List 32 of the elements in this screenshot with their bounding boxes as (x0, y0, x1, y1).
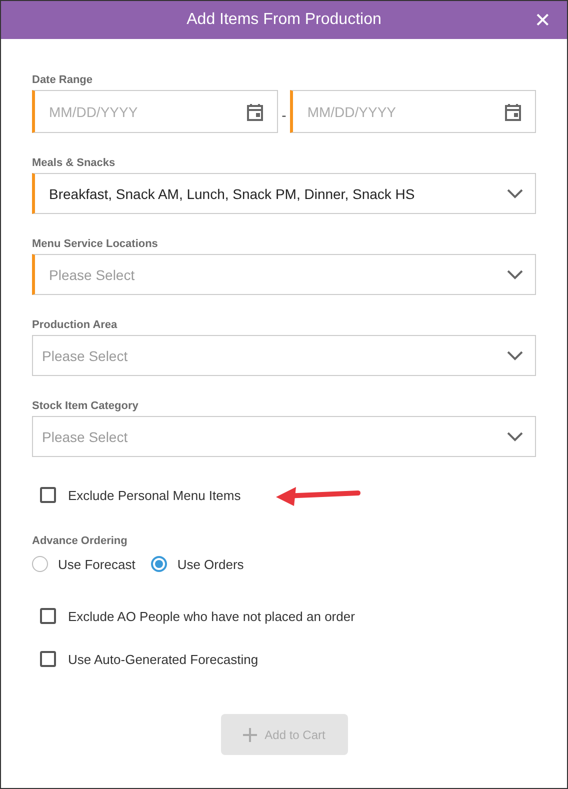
dialog-title: Add Items From Production (186, 11, 382, 29)
separator-text: - (282, 106, 286, 122)
chevron-down-icon (507, 432, 523, 442)
chevron-down-icon (507, 350, 523, 360)
radio-label: Use Forecast (58, 556, 136, 572)
dropdown-field[interactable]: Please Select (32, 254, 536, 295)
section-label: Advance Ordering (32, 535, 128, 547)
checkbox-label: Exclude AO People who have not placed an order (68, 608, 355, 624)
chevron-down-icon (507, 188, 523, 198)
radio-button[interactable] (32, 556, 48, 572)
date-field[interactable]: MM/DD/YYYY (290, 90, 536, 133)
close-button[interactable]: ✕ (530, 8, 555, 32)
field-label: Meals & Snacks (32, 157, 116, 169)
checkbox-label: Exclude Personal Menu Items (68, 488, 241, 502)
checkbox[interactable] (40, 608, 56, 624)
radio-button[interactable] (151, 556, 168, 572)
field-label: Production Area (32, 319, 118, 331)
checkbox[interactable] (40, 487, 56, 503)
radio-label: Use Orders (177, 556, 244, 572)
field-label: Stock Item Category (32, 400, 140, 412)
date-field[interactable]: MM/DD/YYYY (32, 90, 278, 133)
calendar-icon (503, 102, 524, 122)
field-label: Date Range (32, 74, 94, 86)
calendar-icon (244, 102, 265, 122)
field-label: Menu Service Locations (32, 238, 159, 250)
chevron-down-icon (507, 270, 523, 280)
dropdown-field[interactable]: Please Select (32, 335, 536, 376)
plus-icon (242, 728, 257, 742)
checkbox-label: Use Auto-Generated Forecasting (68, 652, 258, 666)
dropdown-field[interactable]: Please Select (32, 416, 536, 457)
checkbox[interactable] (40, 651, 56, 667)
dropdown-field[interactable]: Breakfast, Snack AM, Lunch, Snack PM, Dinner, Snack HS (32, 173, 536, 214)
